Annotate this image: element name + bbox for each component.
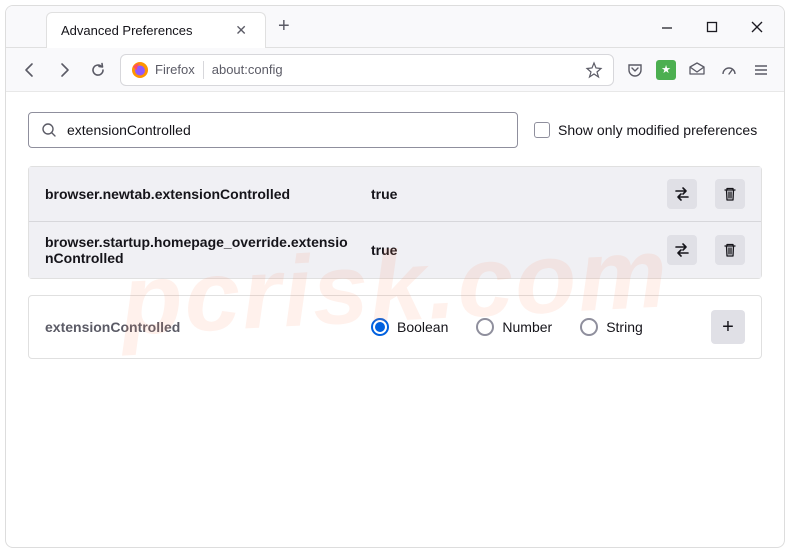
identity-label: Firefox — [155, 62, 195, 77]
new-pref-name: extensionControlled — [45, 319, 355, 335]
type-options: Boolean Number String — [371, 318, 695, 336]
new-pref-row: extensionControlled Boolean Number Strin… — [28, 295, 762, 359]
radio-label: String — [606, 319, 643, 335]
bookmark-star-icon[interactable] — [585, 61, 603, 79]
delete-button[interactable] — [715, 235, 745, 265]
close-window-icon[interactable] — [750, 20, 764, 34]
titlebar: Advanced Preferences ✕ + — [6, 6, 784, 48]
toggle-button[interactable] — [667, 235, 697, 265]
pref-actions — [667, 235, 745, 265]
search-input[interactable] — [67, 122, 505, 138]
radio-label: Boolean — [397, 319, 448, 335]
new-tab-button[interactable]: + — [278, 15, 290, 38]
pocket-icon[interactable] — [624, 59, 646, 81]
show-modified-label: Show only modified preferences — [558, 122, 757, 138]
delete-button[interactable] — [715, 179, 745, 209]
radio-label: Number — [502, 319, 552, 335]
radio-icon — [580, 318, 598, 336]
back-button[interactable] — [18, 58, 42, 82]
pref-row: browser.newtab.extensionControlled true — [29, 167, 761, 221]
url-bar[interactable]: Firefox about:config — [120, 54, 614, 86]
show-modified-checkbox[interactable] — [534, 122, 550, 138]
type-boolean-radio[interactable]: Boolean — [371, 318, 448, 336]
type-string-radio[interactable]: String — [580, 318, 643, 336]
radio-icon — [371, 318, 389, 336]
navigation-toolbar: Firefox about:config ★ — [6, 48, 784, 92]
menu-icon[interactable] — [750, 59, 772, 81]
radio-icon — [476, 318, 494, 336]
window-controls — [660, 20, 784, 34]
pref-value: true — [371, 186, 651, 202]
extension-green-icon[interactable]: ★ — [656, 60, 676, 80]
search-icon — [41, 122, 57, 138]
search-box[interactable] — [28, 112, 518, 148]
add-pref-button[interactable]: + — [711, 310, 745, 344]
dashboard-icon[interactable] — [718, 59, 740, 81]
reload-button[interactable] — [86, 58, 110, 82]
firefox-logo-icon — [131, 61, 149, 79]
pref-name: browser.startup.homepage_override.extens… — [45, 234, 355, 266]
inbox-icon[interactable] — [686, 59, 708, 81]
browser-tab[interactable]: Advanced Preferences ✕ — [46, 12, 266, 48]
pref-name: browser.newtab.extensionControlled — [45, 186, 355, 202]
url-text: about:config — [212, 62, 577, 77]
show-modified-checkbox-row[interactable]: Show only modified preferences — [534, 122, 757, 138]
toggle-button[interactable] — [667, 179, 697, 209]
type-number-radio[interactable]: Number — [476, 318, 552, 336]
tab-title: Advanced Preferences — [61, 23, 193, 38]
close-tab-icon[interactable]: ✕ — [231, 20, 251, 41]
identity-box[interactable]: Firefox — [131, 61, 204, 79]
minimize-icon[interactable] — [660, 20, 674, 34]
content-area: Show only modified preferences browser.n… — [6, 92, 784, 379]
forward-button[interactable] — [52, 58, 76, 82]
prefs-table: browser.newtab.extensionControlled true … — [28, 166, 762, 279]
pref-actions — [667, 179, 745, 209]
pref-row: browser.startup.homepage_override.extens… — [29, 221, 761, 278]
maximize-icon[interactable] — [706, 21, 718, 33]
search-row: Show only modified preferences — [28, 112, 762, 148]
pref-value: true — [371, 242, 651, 258]
